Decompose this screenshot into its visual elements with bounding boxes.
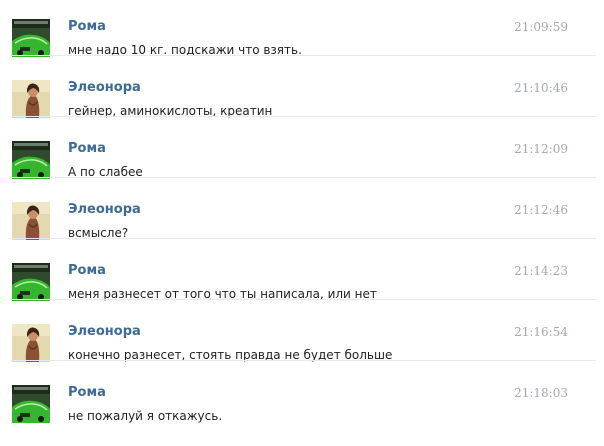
message-divider xyxy=(10,177,596,178)
message-row: Рома 21:09:59 мне надо 10 кг. подскажи ч… xyxy=(0,0,604,61)
sender-name[interactable]: Рома xyxy=(68,385,106,401)
message-row: Элеонора 21:12:46 всмысле? xyxy=(0,177,604,244)
message-divider xyxy=(10,116,596,117)
message-time: 21:16:54 xyxy=(514,325,568,339)
avatar-roma[interactable] xyxy=(12,141,50,179)
avatar-eleonora[interactable] xyxy=(12,80,50,118)
message-row: Элеонора 21:16:54 конечно разнесет, стоя… xyxy=(0,299,604,366)
car-icon xyxy=(12,263,50,301)
message-thread: Рома 21:09:59 мне надо 10 кг. подскажи ч… xyxy=(0,0,604,446)
message-time: 21:10:46 xyxy=(514,81,568,95)
sender-name[interactable]: Элеонора xyxy=(68,80,141,96)
sender-name[interactable]: Элеонора xyxy=(68,202,141,218)
car-icon xyxy=(12,141,50,179)
message-row: Рома 21:12:09 А по слабее xyxy=(0,116,604,183)
sender-name[interactable]: Рома xyxy=(68,19,106,35)
message-row: Рома 21:14:23 меня разнесет от того что … xyxy=(0,238,604,305)
message-time: 21:12:46 xyxy=(514,203,568,217)
avatar-roma[interactable] xyxy=(12,385,50,423)
message-time: 21:14:23 xyxy=(514,264,568,278)
sender-name[interactable]: Элеонора xyxy=(68,324,141,340)
portrait-icon xyxy=(12,80,50,118)
sender-name[interactable]: Рома xyxy=(68,141,106,157)
message-divider xyxy=(10,238,596,239)
message-time: 21:18:03 xyxy=(514,386,568,400)
message-divider xyxy=(10,360,596,361)
message-time: 21:09:59 xyxy=(514,20,568,34)
message-row: Элеонора 21:10:46 гейнер, аминокислоты, … xyxy=(0,55,604,122)
message-row: Рома 21:18:03 не пожалуй я откажусь. xyxy=(0,360,604,427)
avatar-roma[interactable] xyxy=(12,263,50,301)
avatar-roma[interactable] xyxy=(12,19,50,57)
message-text: не пожалуй я откажусь. xyxy=(68,409,223,423)
car-icon xyxy=(12,19,50,57)
avatar-eleonora[interactable] xyxy=(12,202,50,240)
portrait-icon xyxy=(12,324,50,362)
message-divider xyxy=(10,299,596,300)
message-time: 21:12:09 xyxy=(514,142,568,156)
car-icon xyxy=(12,385,50,423)
avatar-eleonora[interactable] xyxy=(12,324,50,362)
portrait-icon xyxy=(12,202,50,240)
message-divider xyxy=(10,55,596,56)
sender-name[interactable]: Рома xyxy=(68,263,106,279)
